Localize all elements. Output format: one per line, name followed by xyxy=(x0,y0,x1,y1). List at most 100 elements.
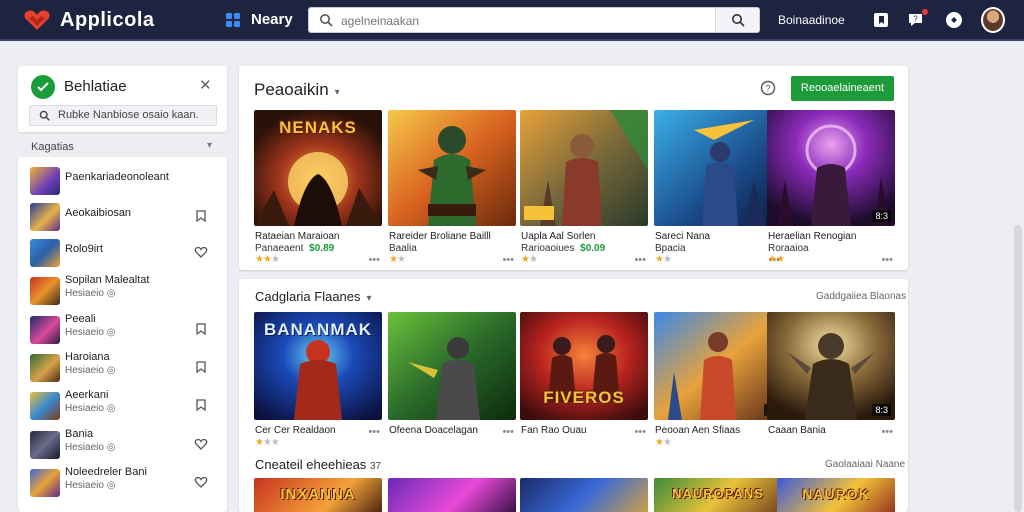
sidebar-search[interactable]: Rubke Nanbiose osaio kaan. xyxy=(29,105,217,126)
more-icon[interactable]: ••• xyxy=(881,426,893,438)
sidebar-item-label: Aeerkani xyxy=(65,389,109,401)
game-title: Ofeena Doacelagan xyxy=(389,425,478,436)
more-icon[interactable]: ••• xyxy=(881,254,893,266)
game-price: $0.09 xyxy=(580,243,606,254)
game-thumbnail xyxy=(30,277,60,305)
sidebar-item-sub: Hesiaeio ◎ xyxy=(65,442,116,453)
sidebar-item-sub: Hesiaeio ◎ xyxy=(65,327,116,338)
sidebar-item[interactable]: Noleedreler Bani Hesiaeio ◎ xyxy=(18,463,227,499)
sidebar-item[interactable]: Bania Hesiaeio ◎ xyxy=(18,425,227,461)
game-title: Fan Rao Ouau xyxy=(521,425,587,436)
game-cover: NAUROPANS xyxy=(654,478,782,512)
see-all-link[interactable]: Gaddgaiiea Blaonas xyxy=(816,291,906,302)
sidebar-item-label: Paenkariadeonoleant xyxy=(65,171,169,183)
game-subtitle-text: Rarioaoiues xyxy=(521,243,578,254)
notifications-icon[interactable] xyxy=(945,11,963,29)
game-subtitle: Rarioaoiues $0.09 xyxy=(521,243,605,254)
heart-icon[interactable] xyxy=(194,437,208,451)
sidebar-item-sub: Hesiaeio ◎ xyxy=(65,403,116,414)
sidebar-item-label: Aeokaibiosan xyxy=(65,207,132,219)
app-name[interactable]: Applicola xyxy=(60,9,155,32)
search-input[interactable] xyxy=(341,12,711,30)
search-bar xyxy=(308,7,760,33)
game-thumbnail xyxy=(30,167,60,195)
game-cover xyxy=(388,312,516,420)
chevron-down-icon: ▾ xyxy=(334,87,340,98)
chevron-down-icon[interactable]: ▾ xyxy=(207,140,212,151)
sidebar-item[interactable]: Haroiana Hesiaeio ◎ xyxy=(18,348,227,384)
category-title-text: Cadglaria Flaanes xyxy=(255,289,361,304)
more-icon[interactable]: ••• xyxy=(368,426,380,438)
sidebar-title: Behlatiae xyxy=(64,78,127,95)
more-icon[interactable]: ••• xyxy=(634,426,646,438)
logo-icon[interactable] xyxy=(23,8,51,32)
game-title: Caaan Bania xyxy=(768,425,826,436)
section3-title-text: Cneateil eheehieas xyxy=(255,457,367,472)
heart-icon[interactable] xyxy=(194,245,208,259)
game-cover: FIVEROS xyxy=(520,312,648,420)
game-title: Cer Cer Realdaon xyxy=(255,425,336,436)
sidebar-item-label: Noleedreler Bani xyxy=(65,466,147,478)
more-icon[interactable]: ••• xyxy=(502,254,514,266)
game-title: Rataeian Maraioan xyxy=(255,231,340,242)
avatar[interactable] xyxy=(981,7,1005,33)
bookmark-icon[interactable] xyxy=(194,360,208,374)
bookmark-add-icon[interactable] xyxy=(872,11,890,29)
game-price: $0.89 xyxy=(309,243,335,254)
game-subtitle: Baalia xyxy=(389,243,417,254)
featured-title[interactable]: Peaoaikin ▾ xyxy=(254,80,340,100)
top-link[interactable]: Boinaadinoe xyxy=(778,13,845,27)
more-icon[interactable]: ••• xyxy=(634,254,646,266)
help-icon[interactable]: ? xyxy=(760,80,776,96)
see-all-link[interactable]: Gaolaaiaai Naane xyxy=(825,459,905,470)
sidebar-item[interactable]: Aeerkani Hesiaeio ◎ xyxy=(18,386,227,422)
more-icon[interactable]: ••• xyxy=(368,254,380,266)
page-scrollbar[interactable] xyxy=(1014,225,1022,512)
sidebar-item[interactable]: Sopilan Malealtat Hesiaeio ◎ xyxy=(18,271,227,307)
nav-link[interactable]: Neary xyxy=(251,11,293,28)
game-cover: NENAKS xyxy=(254,110,382,226)
sidebar-item[interactable]: Rolo9irt xyxy=(18,233,227,269)
apps-grid-icon[interactable] xyxy=(225,12,241,28)
game-thumbnail xyxy=(30,392,60,420)
sidebar-item-sub: Hesiaeio ◎ xyxy=(65,288,116,299)
game-subtitle-text: Panaeaent xyxy=(255,243,307,254)
sidebar-item-sub: Hesiaeio ◎ xyxy=(65,480,116,491)
game-thumbnail xyxy=(30,431,60,459)
sidebar-item-label: Sopilan Malealtat xyxy=(65,274,150,286)
game-thumbnail xyxy=(30,239,60,267)
game-subtitle: Panaeaent $0.89 xyxy=(255,243,334,254)
sidebar-item[interactable]: Paenkariadeonoleant xyxy=(18,161,227,197)
recommend-button[interactable]: Reooaelaineaent xyxy=(791,76,894,101)
game-cover: 8:3 xyxy=(767,312,895,420)
notification-dot xyxy=(922,9,928,15)
categories-label[interactable]: Kagatias xyxy=(31,141,74,153)
heart-icon[interactable] xyxy=(194,475,208,489)
featured-title-text: Peaoaikin xyxy=(254,80,329,99)
game-cover xyxy=(388,478,516,512)
game-cover-title: INXANNA xyxy=(280,486,356,503)
search-button[interactable] xyxy=(715,8,759,32)
sidebar-item-sub: Hesiaeio ◎ xyxy=(65,365,116,376)
game-subtitle: Roraaioa xyxy=(768,243,809,254)
game-cover-title: BANANMAK xyxy=(263,320,373,339)
close-icon[interactable]: ✕ xyxy=(199,76,212,94)
sidebar-item-label: Bania xyxy=(65,428,94,440)
featured-panel: Peaoaikin ▾ ? Reooaelaineaent NENAKS Rata… xyxy=(239,66,908,270)
sidebar-item[interactable]: Aeokaibiosan xyxy=(18,197,227,233)
bookmark-icon[interactable] xyxy=(194,398,208,412)
bookmark-icon[interactable] xyxy=(194,322,208,336)
top-bar: Applicola Neary Boinaadinoe ? xyxy=(0,0,1024,41)
sidebar-item-label: Peeali xyxy=(65,313,96,325)
game-cover xyxy=(520,478,648,512)
more-icon[interactable]: ••• xyxy=(502,426,514,438)
category-title[interactable]: Cadglaria Flaanes ▾ xyxy=(255,289,372,304)
bookmark-icon[interactable] xyxy=(194,209,208,223)
brand-logo-icon xyxy=(31,75,55,99)
game-cover xyxy=(520,110,648,226)
section3-title[interactable]: Cneateil eheehieas 37 xyxy=(255,457,381,472)
game-thumbnail xyxy=(30,316,60,344)
game-cover-title: NAUROPANS xyxy=(672,486,764,501)
search-icon xyxy=(732,14,745,27)
sidebar-item[interactable]: Peeali Hesiaeio ◎ xyxy=(18,310,227,346)
